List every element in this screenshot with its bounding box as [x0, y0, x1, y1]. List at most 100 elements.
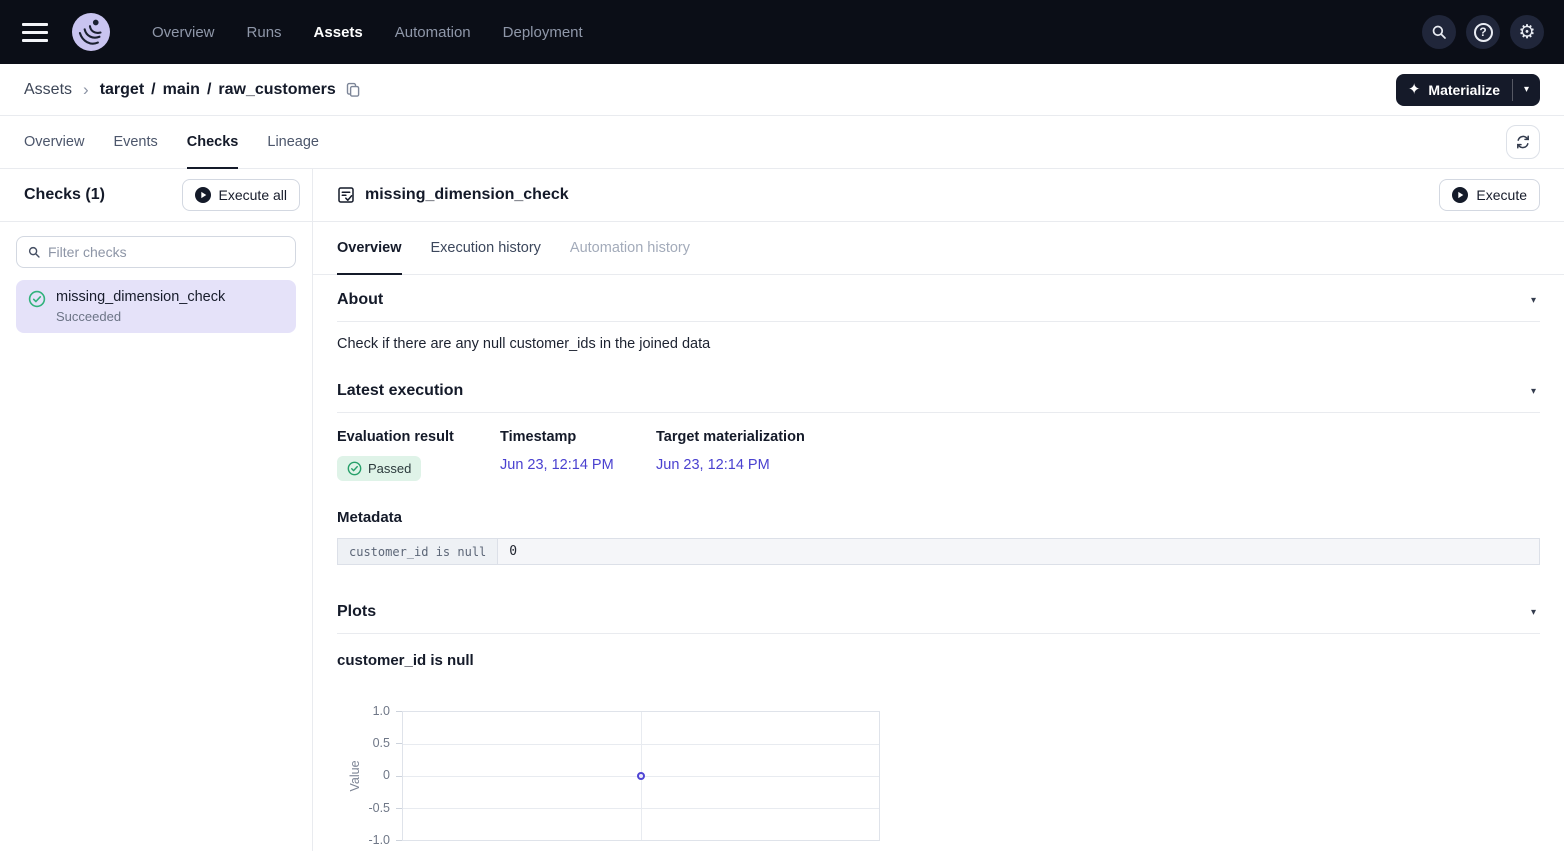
search-icon	[1430, 23, 1448, 41]
tab-events[interactable]: Events	[113, 116, 157, 169]
passed-label: Passed	[368, 461, 411, 476]
help-icon: ?	[1474, 23, 1493, 42]
latest-execution-grid: Evaluation result Passed Timestamp J	[337, 429, 1540, 481]
execute-button[interactable]: Execute	[1439, 179, 1540, 211]
asset-tabs-row: Overview Events Checks Lineage	[0, 116, 1564, 169]
metadata-table: customer_id is null 0	[337, 538, 1540, 565]
tab-overview[interactable]: Overview	[24, 116, 84, 169]
target-materialization-link[interactable]: Jun 23, 12:14 PM	[656, 457, 770, 473]
sparkle-icon: ✦	[1408, 82, 1421, 97]
nav-actions: ? ⚙	[1422, 15, 1544, 49]
breadcrumb-seg-raw-customers[interactable]: raw_customers	[218, 81, 335, 99]
check-detail-content: About ▾ Check if there are any null cust…	[313, 275, 1564, 851]
materialize-label: Materialize	[1428, 82, 1500, 98]
primary-nav: Overview Runs Assets Automation Deployme…	[152, 24, 583, 41]
metadata-value-cell: 0	[498, 539, 1540, 565]
asset-check-icon	[337, 186, 355, 204]
plots-heading: Plots	[337, 603, 376, 621]
y-tick-label: 1.0	[337, 704, 390, 719]
checks-panel-body: missing_dimension_check Succeeded	[0, 222, 312, 347]
filter-checks-box	[16, 236, 296, 268]
passed-status-badge: Passed	[337, 456, 421, 481]
metadata-heading: Metadata	[337, 509, 1540, 526]
checks-count-title: Checks (1)	[24, 186, 105, 204]
materialize-split-button: ✦ Materialize ▾	[1396, 74, 1540, 106]
nav-link-runs[interactable]: Runs	[247, 24, 282, 41]
execute-label: Execute	[1476, 187, 1527, 203]
latest-execution-heading: Latest execution	[337, 382, 463, 400]
metadata-key-cell: customer_id is null	[338, 539, 498, 565]
check-item-status: Succeeded	[56, 309, 225, 324]
search-button[interactable]	[1422, 15, 1456, 49]
materialize-button[interactable]: ✦ Materialize	[1396, 74, 1512, 106]
play-circle-icon	[1452, 187, 1468, 203]
hamburger-menu-icon[interactable]	[22, 23, 48, 42]
timestamp-column: Timestamp Jun 23, 12:14 PM	[500, 429, 656, 481]
help-button[interactable]: ?	[1466, 15, 1500, 49]
latest-execution-section-header: Latest execution ▾	[337, 366, 1540, 413]
execute-all-button[interactable]: Execute all	[182, 179, 300, 211]
dagster-logo[interactable]	[72, 13, 110, 51]
y-tick-label: -0.5	[337, 801, 390, 816]
check-description: Check if there are any null customer_ids…	[337, 322, 1540, 356]
materialize-dropdown-button[interactable]: ▾	[1513, 74, 1540, 106]
filter-checks-input[interactable]	[48, 244, 285, 260]
nav-link-automation[interactable]: Automation	[395, 24, 471, 41]
nav-link-assets[interactable]: Assets	[314, 24, 363, 41]
check-title-wrap: missing_dimension_check	[337, 186, 569, 204]
check-detail-title: missing_dimension_check	[365, 186, 569, 204]
refresh-button[interactable]	[1506, 125, 1540, 159]
check-item-name: missing_dimension_check	[56, 289, 225, 305]
timestamp-header: Timestamp	[500, 429, 656, 445]
about-collapse-caret-icon[interactable]: ▾	[1527, 293, 1540, 308]
path-separator: /	[151, 81, 155, 99]
check-detail-header: missing_dimension_check Execute	[313, 169, 1564, 222]
y-tick-label: 0	[337, 768, 390, 783]
refresh-icon	[1515, 134, 1531, 150]
y-tick-label: 0.5	[337, 736, 390, 751]
copy-asset-key-button[interactable]	[345, 82, 361, 98]
caret-down-icon: ▾	[1524, 84, 1529, 95]
copy-icon	[345, 82, 361, 98]
plot-title: customer_id is null	[337, 652, 1540, 669]
plots-section-header: Plots ▾	[337, 587, 1540, 634]
metadata-row: customer_id is null 0	[338, 539, 1540, 565]
checks-panel-header: Checks (1) Execute all	[0, 169, 312, 222]
evaluation-result-column: Evaluation result Passed	[337, 429, 500, 481]
target-materialization-column: Target materialization Jun 23, 12:14 PM	[656, 429, 805, 481]
execute-all-label: Execute all	[219, 187, 287, 203]
tab-execution-history[interactable]: Execution history	[431, 222, 541, 275]
data-point	[637, 772, 645, 780]
settings-button[interactable]: ⚙	[1510, 15, 1544, 49]
tab-checks[interactable]: Checks	[187, 116, 239, 169]
about-section-header: About ▾	[337, 275, 1540, 322]
check-item-text: missing_dimension_check Succeeded	[56, 289, 225, 324]
target-materialization-header: Target materialization	[656, 429, 805, 445]
breadcrumb-assets-link[interactable]: Assets	[24, 81, 72, 99]
plots-collapse-caret-icon[interactable]: ▾	[1527, 605, 1540, 620]
breadcrumb-asset-path: target / main / raw_customers	[100, 81, 336, 99]
nav-link-overview[interactable]: Overview	[152, 24, 215, 41]
nav-link-deployment[interactable]: Deployment	[503, 24, 583, 41]
chevron-right-icon: ›	[83, 80, 89, 100]
search-icon	[27, 245, 41, 259]
breadcrumb-seg-target[interactable]: target	[100, 81, 144, 99]
check-detail-panel: missing_dimension_check Execute Overview…	[313, 169, 1564, 851]
y-tick-label: -1.0	[337, 833, 390, 848]
latest-execution-collapse-caret-icon[interactable]: ▾	[1527, 384, 1540, 399]
breadcrumb-row: Assets › target / main / raw_customers ✦…	[0, 64, 1564, 116]
plot-area	[402, 711, 880, 841]
value-scatter-chart: Value 1.0 0.5 0 -0.5 -1.0 Jun	[337, 711, 1540, 851]
play-circle-icon	[195, 187, 211, 203]
tab-check-overview[interactable]: Overview	[337, 222, 402, 275]
breadcrumb-seg-main[interactable]: main	[163, 81, 200, 99]
top-nav: Overview Runs Assets Automation Deployme…	[0, 0, 1564, 64]
check-detail-tabs: Overview Execution history Automation hi…	[313, 222, 1564, 275]
checks-list-panel: Checks (1) Execute all	[0, 169, 313, 851]
dagster-octopus-icon	[72, 13, 110, 51]
gear-icon: ⚙	[1518, 23, 1535, 42]
check-list-item[interactable]: missing_dimension_check Succeeded	[16, 280, 296, 333]
evaluation-result-header: Evaluation result	[337, 429, 500, 445]
timestamp-link[interactable]: Jun 23, 12:14 PM	[500, 457, 614, 473]
tab-lineage[interactable]: Lineage	[267, 116, 319, 169]
